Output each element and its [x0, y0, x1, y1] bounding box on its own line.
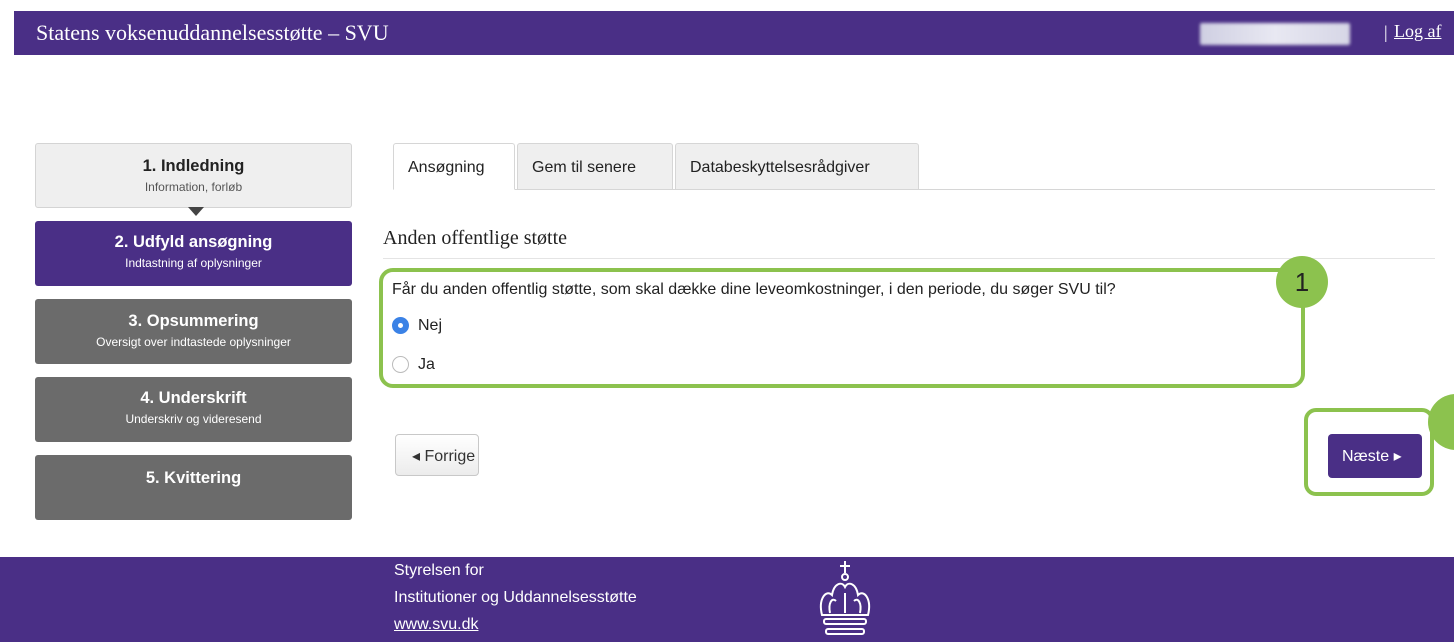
step-underskrift[interactable]: 4. Underskrift Underskriv og videresend [35, 377, 352, 442]
footer-website-link[interactable]: www.svu.dk [394, 616, 478, 634]
step-title: 4. Underskrift [140, 389, 247, 407]
user-name-blurred [1200, 23, 1350, 45]
previous-button[interactable]: ◂ Forrige [395, 434, 479, 476]
step-opsummering[interactable]: 3. Opsummering Oversigt over indtastede … [35, 299, 352, 364]
step-subtitle: Underskriv og videresend [125, 412, 262, 426]
footer-org-line1: Styrelsen for [394, 562, 484, 579]
site-title: Statens voksenuddannelsesstøtte – SVU [36, 20, 389, 45]
crown-logo-icon [820, 561, 870, 635]
step-subtitle: Oversigt over indtastede oplysninger [96, 335, 291, 349]
step-udfyld-ansoegning[interactable]: 2. Udfyld ansøgning Indtastning af oplys… [35, 221, 352, 286]
step-title: 3. Opsummering [128, 312, 259, 330]
footer: Styrelsen for Institutioner og Uddannels… [0, 557, 1454, 642]
tab-databeskyttelsesraadgiver[interactable]: Databeskyttelsesrådgiver [675, 143, 919, 190]
tab-ansoegning[interactable]: Ansøgning [393, 143, 515, 190]
step-arrow-icon [188, 207, 204, 216]
step-title: 1. Indledning [142, 157, 245, 175]
step-kvittering[interactable]: 5. Kvittering [35, 455, 352, 520]
radio-label-ja[interactable]: Ja [418, 356, 435, 374]
step-title: 2. Udfyld ansøgning [114, 233, 273, 251]
header-separator: | [1384, 22, 1388, 42]
radio-ja[interactable] [392, 356, 409, 373]
question-label: Får du anden offentlig støtte, som skal … [392, 281, 1116, 298]
section-divider [383, 258, 1435, 259]
next-button[interactable]: Næste ▸ [1328, 434, 1422, 478]
step-title: 5. Kvittering [145, 469, 242, 487]
section-title: Anden offentlige støtte [383, 227, 568, 249]
step-subtitle: Information, forløb [144, 180, 243, 194]
tab-gem-til-senere[interactable]: Gem til senere [517, 143, 673, 190]
step-indledning[interactable]: 1. Indledning Information, forløb [35, 143, 352, 216]
logout-link[interactable]: Log af [1394, 21, 1441, 42]
footer-org-line2: Institutioner og Uddannelsesstøtte [394, 589, 637, 606]
tab-bar: Ansøgning Gem til senere Databeskyttelse… [393, 143, 1435, 190]
top-bar: Statens voksenuddannelsesstøtte – SVU | … [14, 11, 1454, 55]
radio-label-nej[interactable]: Nej [418, 317, 442, 335]
annotation-badge-1: 1 [1276, 256, 1328, 308]
radio-nej[interactable] [392, 317, 409, 334]
step-subtitle: Indtastning af oplysninger [125, 256, 262, 270]
